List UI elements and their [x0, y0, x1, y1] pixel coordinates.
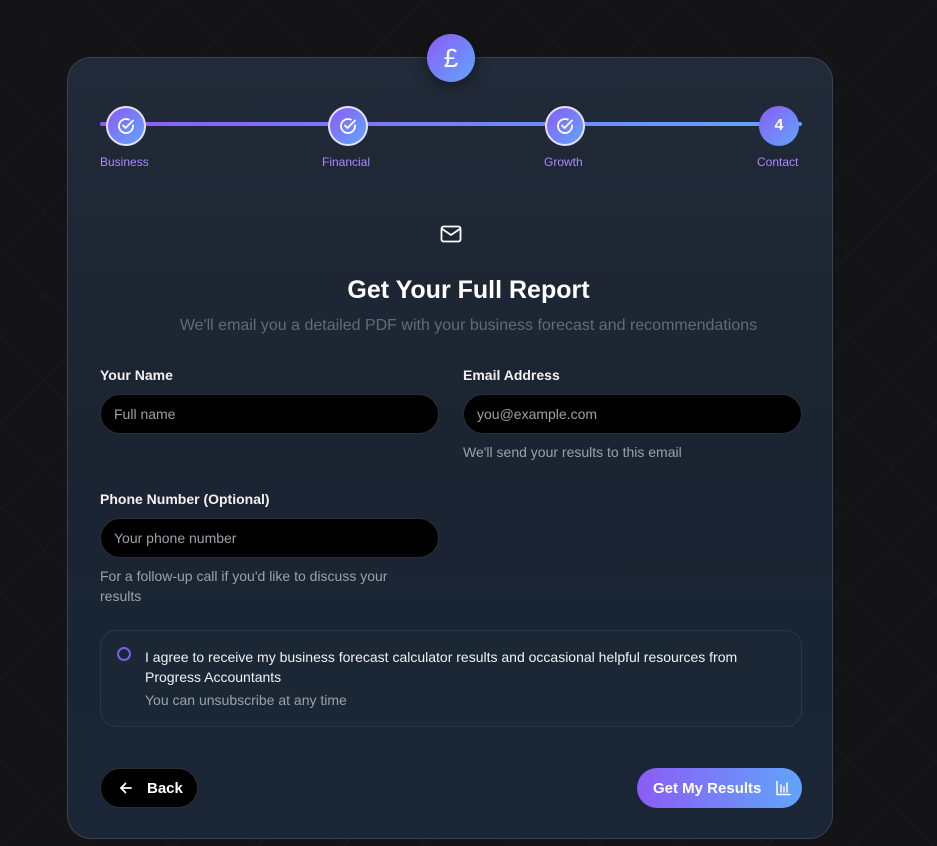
back-button-label: Back [147, 779, 183, 797]
step-business[interactable] [106, 106, 146, 146]
check-circle-icon [118, 118, 134, 134]
get-results-button[interactable]: Get My Results [637, 768, 802, 808]
check-circle-icon [557, 118, 573, 134]
name-input[interactable] [100, 394, 439, 434]
step-label-business: Business [100, 155, 149, 169]
phone-hint: For a follow-up call if you'd like to di… [100, 568, 388, 604]
phone-label: Phone Number (Optional) [100, 491, 270, 507]
name-label: Your Name [100, 367, 173, 383]
step-label-growth: Growth [544, 155, 583, 169]
phone-input[interactable] [100, 518, 439, 558]
arrow-left-icon [120, 782, 132, 794]
step-label-contact: Contact [757, 155, 799, 169]
page-title: Get Your Full Report [347, 276, 590, 304]
check-circle-icon [340, 118, 356, 134]
step-growth[interactable] [545, 106, 585, 146]
progress-track [100, 122, 802, 126]
email-input[interactable] [463, 394, 802, 434]
page-subtitle: We'll email you a detailed PDF with your… [179, 317, 758, 334]
step-financial[interactable] [328, 106, 368, 146]
step-contact[interactable]: 4 [759, 106, 799, 146]
bar-chart-icon [776, 780, 792, 796]
get-results-label: Get My Results [653, 779, 762, 797]
back-button[interactable]: Back [100, 768, 198, 808]
email-hint: We'll send your results to this email [463, 444, 682, 460]
email-label: Email Address [463, 367, 560, 383]
step-label-financial: Financial [322, 155, 371, 169]
step-number: 4 [774, 117, 784, 134]
pound-icon: £ [427, 34, 475, 82]
consent-checkbox[interactable] [117, 647, 131, 661]
consent-text[interactable]: I agree to receive my business forecast … [145, 647, 790, 687]
mail-icon [440, 225, 462, 243]
unsubscribe-note: You can unsubscribe at any time [145, 692, 347, 708]
